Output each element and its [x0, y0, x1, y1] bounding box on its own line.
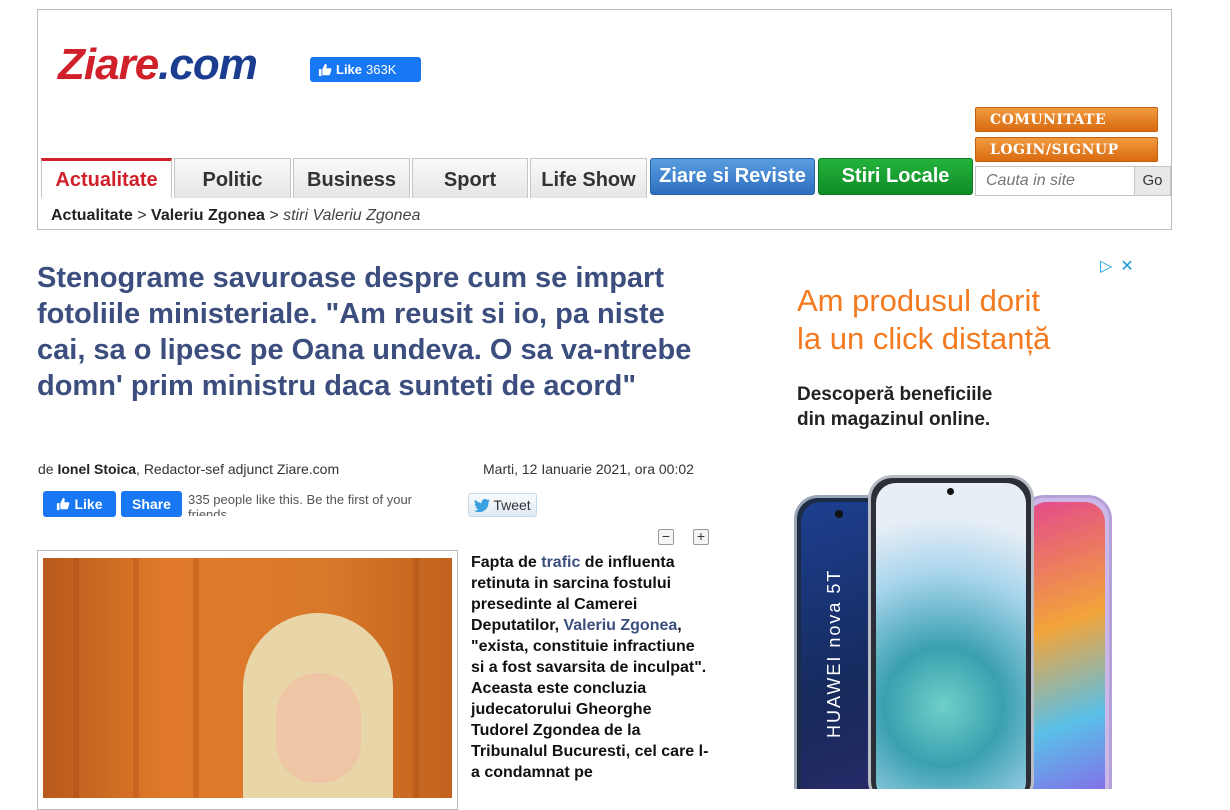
breadcrumb-separator: >	[269, 207, 279, 224]
photo-subject-face	[276, 673, 361, 783]
site-header: Ziare.com Like 363K COMUNITATE LOGIN/SIG…	[37, 9, 1172, 230]
link-trafic[interactable]: trafic	[541, 554, 580, 571]
breadcrumb: Actualitate > Valeriu Zgonea > stiri Val…	[51, 207, 420, 225]
adchoices-icon[interactable]: ▷	[1100, 256, 1112, 276]
twitter-bird-icon	[474, 498, 491, 512]
author-link[interactable]: Ionel Stoica	[57, 461, 136, 477]
thumbs-up-icon	[318, 63, 332, 76]
article-text: , "exista, constituie infractiune si a f…	[471, 617, 709, 781]
logo-text-ziare: Ziare	[58, 40, 159, 89]
article-photo-frame	[37, 550, 458, 810]
author-role: , Redactor-sef adjunct Ziare.com	[136, 461, 340, 477]
close-icon[interactable]: ✕	[1120, 256, 1133, 276]
ad-subtext-line2: din magazinul online.	[797, 409, 991, 430]
article-date: Marti, 12 Ianuarie 2021, ora 00:02	[483, 461, 694, 477]
ad-subtext-line1: Descoperă beneficiile	[797, 384, 993, 405]
ad-headline-line1: Am produsul dorit	[797, 283, 1040, 318]
breadcrumb-separator: >	[137, 207, 147, 224]
tweet-button[interactable]: Tweet	[468, 493, 537, 517]
search-go-button[interactable]: Go	[1134, 167, 1170, 195]
facebook-share-button[interactable]: Share	[121, 491, 182, 517]
tab-actualitate[interactable]: Actualitate	[41, 158, 172, 198]
zoom-out-button[interactable]: −	[658, 529, 674, 545]
phone-center	[868, 475, 1034, 789]
tweet-label: Tweet	[493, 497, 531, 513]
breadcrumb-actualitate[interactable]: Actualitate	[51, 207, 133, 224]
like-count: 363K	[366, 62, 397, 77]
comunitate-button[interactable]: COMUNITATE	[975, 107, 1158, 132]
ad-headline-line2: la un click distanță	[797, 321, 1051, 356]
article-text: Fapta de	[471, 554, 542, 571]
article-title: Stenograme savuroase despre cum se impar…	[37, 262, 692, 402]
byline-prefix: de	[38, 461, 54, 477]
tab-ziare-si-reviste[interactable]: Ziare si Reviste	[650, 158, 815, 195]
phone-brand-label: HUAWEI nova 5T	[824, 568, 844, 738]
tab-stiri-locale[interactable]: Stiri Locale	[818, 158, 973, 195]
ad-subtext: Descoperă beneficiile din magazinul onli…	[797, 382, 992, 432]
breadcrumb-valeriu-zgonea[interactable]: Valeriu Zgonea	[151, 207, 265, 224]
breadcrumb-current: stiri Valeriu Zgonea	[283, 207, 421, 224]
facebook-like-button[interactable]: Like 363K	[310, 57, 421, 82]
article-body: Fapta de trafic de influenta retinuta in…	[471, 552, 711, 783]
zoom-in-button[interactable]: +	[693, 529, 709, 545]
tab-sport[interactable]: Sport	[412, 158, 528, 198]
search-input[interactable]	[976, 167, 1134, 195]
tab-life-show[interactable]: Life Show	[530, 158, 647, 198]
link-valeriu-zgonea[interactable]: Valeriu Zgonea	[563, 617, 677, 634]
site-logo[interactable]: Ziare.com	[58, 40, 258, 90]
thumbs-up-icon	[57, 497, 70, 511]
ad-choices: ▷ ✕	[1100, 256, 1134, 276]
tab-politic[interactable]: Politic	[174, 158, 291, 198]
logo-text-com: .com	[158, 40, 258, 89]
facebook-like-article-button[interactable]: Like	[43, 491, 116, 517]
facebook-like-text: 335 people like this. Be the first of yo…	[188, 492, 413, 516]
login-signup-button[interactable]: LOGIN/SIGNUP	[975, 137, 1158, 162]
like-label: Like	[336, 62, 363, 77]
article-photo[interactable]	[43, 558, 452, 798]
search-box: Go	[975, 166, 1171, 196]
like-label: Like	[74, 496, 103, 512]
tab-business[interactable]: Business	[293, 158, 410, 198]
ad-phones-image[interactable]: HUAWEI nova 5T	[790, 475, 1120, 789]
article-byline: de Ionel Stoica, Redactor-sef adjunct Zi…	[38, 461, 339, 477]
ad-headline[interactable]: Am produsul dorit la un click distanță	[797, 282, 1050, 358]
